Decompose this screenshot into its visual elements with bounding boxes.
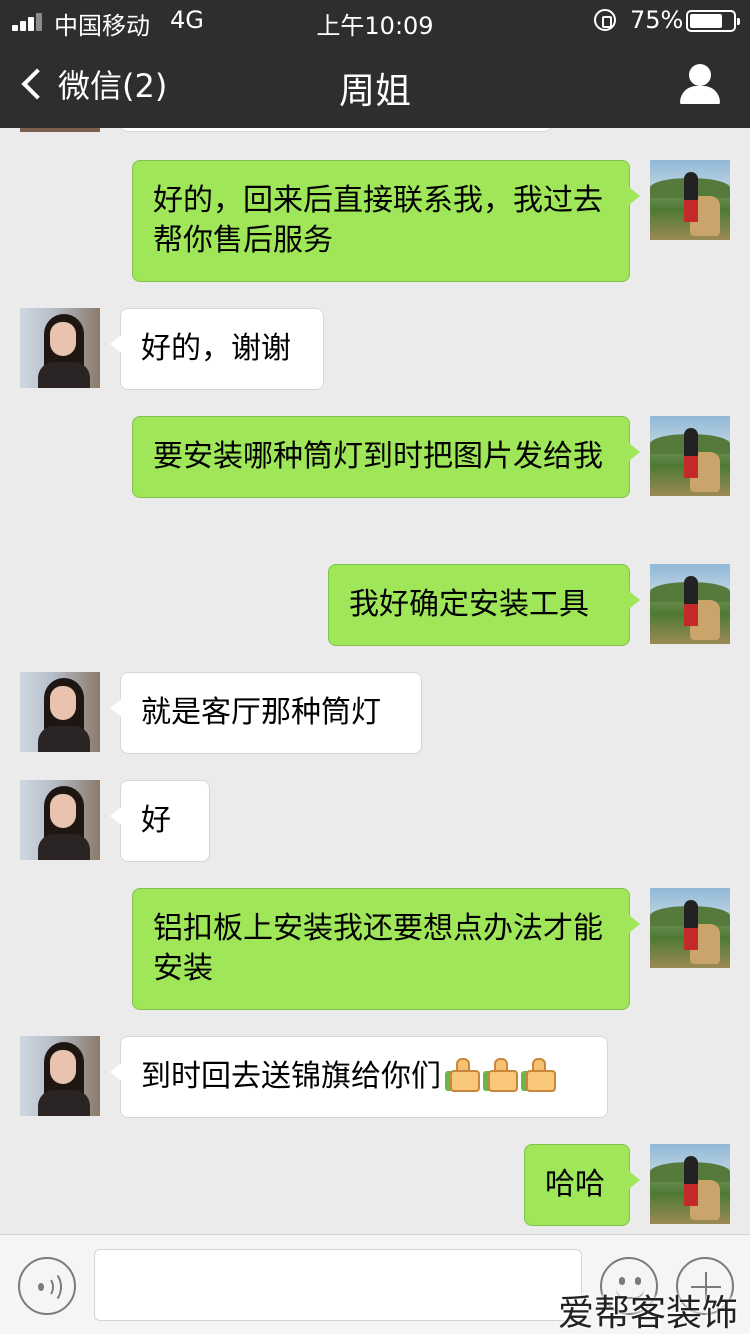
message-bubble-partial bbox=[120, 128, 552, 132]
avatar-me[interactable] bbox=[650, 416, 730, 496]
avatar-contact[interactable] bbox=[20, 672, 100, 752]
message-input[interactable] bbox=[94, 1249, 582, 1321]
message-bubble[interactable]: 好的，回来后直接联系我，我过去帮你售后服务 bbox=[132, 160, 640, 282]
message-bubble[interactable]: 好 bbox=[110, 780, 210, 862]
battery-level bbox=[690, 14, 722, 28]
message-bubble[interactable]: 哈哈 bbox=[524, 1144, 640, 1226]
thumbs-up-icon bbox=[485, 1058, 518, 1092]
avatar-me[interactable] bbox=[650, 160, 730, 240]
battery-percent: 75% bbox=[630, 6, 684, 34]
avatar-me[interactable] bbox=[650, 1144, 730, 1224]
watermark-text: 爱帮客装饰 bbox=[557, 1293, 738, 1334]
message-bubble[interactable]: 要安装哪种筒灯到时把图片发给我 bbox=[132, 416, 640, 498]
avatar-me[interactable] bbox=[650, 564, 730, 644]
message-bubble[interactable]: 我好确定安装工具 bbox=[328, 564, 640, 646]
message-bubble[interactable]: 好的，谢谢 bbox=[110, 308, 324, 390]
battery-icon bbox=[686, 10, 740, 32]
avatar-contact[interactable] bbox=[20, 308, 100, 388]
status-bar: 中国移动 4G 上午10:09 75% bbox=[0, 0, 750, 40]
avatar-me[interactable] bbox=[650, 888, 730, 968]
voice-icon[interactable] bbox=[18, 1257, 76, 1315]
avatar-contact[interactable] bbox=[20, 1036, 100, 1116]
person-icon[interactable] bbox=[678, 64, 722, 104]
nav-bar: 微信(2) 周姐 bbox=[0, 40, 750, 128]
thumbs-up-icon bbox=[523, 1058, 556, 1092]
chat-area[interactable]: 好的，回来后直接联系我，我过去帮你售后服务 好的，谢谢 要安装哪种筒灯到时把图片… bbox=[0, 128, 750, 1234]
message-bubble[interactable]: 到时回去送锦旗给你们 bbox=[110, 1036, 608, 1118]
message-bubble[interactable]: 就是客厅那种筒灯 bbox=[110, 672, 422, 754]
thumbs-up-icon bbox=[447, 1058, 480, 1092]
top-bar: 中国移动 4G 上午10:09 75% 微信(2) 周姐 bbox=[0, 0, 750, 128]
message-bubble[interactable]: 铝扣板上安装我还要想点办法才能安装 bbox=[132, 888, 640, 1010]
avatar-partial bbox=[20, 128, 100, 132]
orientation-lock-icon bbox=[594, 9, 616, 31]
chat-title: 周姐 bbox=[338, 71, 411, 112]
message-text: 到时回去送锦旗给你们 bbox=[141, 1059, 441, 1094]
avatar-contact[interactable] bbox=[20, 780, 100, 860]
